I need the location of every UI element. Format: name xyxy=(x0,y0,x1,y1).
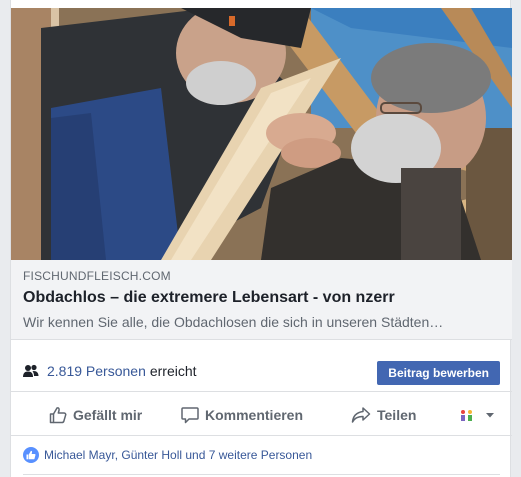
boost-post-button[interactable]: Beitrag bewerben xyxy=(377,361,500,385)
like-button[interactable]: Gefällt mir xyxy=(49,399,142,431)
link-preview[interactable]: FISCHUNDFLEISCH.COM Obdachlos – die extr… xyxy=(11,260,512,340)
reach-bar: 2.819 Personen erreicht Beitrag bewerben xyxy=(11,350,512,392)
like-label: Gefällt mir xyxy=(73,407,143,423)
link-description: Wir kennen Sie alle, die Obdachlosen die… xyxy=(23,314,444,330)
thumbs-up-icon xyxy=(26,450,36,460)
comment-icon xyxy=(181,407,199,424)
audience-selector[interactable] xyxy=(459,399,495,431)
likes-summary[interactable]: Michael Mayr, Günter Holl und 7 weitere … xyxy=(11,444,512,466)
photo-illustration xyxy=(11,8,512,260)
comment-button[interactable]: Kommentieren xyxy=(181,399,303,431)
share-icon xyxy=(351,407,371,423)
like-badge-icon xyxy=(23,447,39,463)
post-card: FISCHUNDFLEISCH.COM Obdachlos – die extr… xyxy=(10,0,512,477)
post-image[interactable] xyxy=(11,8,512,260)
link-title[interactable]: Obdachlos – die extremere Lebensart - vo… xyxy=(23,287,502,309)
action-bar: Gefällt mir Kommentieren Teilen xyxy=(11,394,512,436)
divider xyxy=(23,474,500,475)
link-domain: FISCHUNDFLEISCH.COM xyxy=(23,269,171,283)
share-button[interactable]: Teilen xyxy=(351,399,416,431)
reactions-icon xyxy=(461,410,472,421)
thumbs-up-icon xyxy=(49,407,67,424)
reach-count-link[interactable]: 2.819 Personen xyxy=(47,363,146,379)
reach-label: erreicht xyxy=(149,362,197,379)
people-icon xyxy=(23,364,39,377)
comment-label: Kommentieren xyxy=(205,407,304,423)
chevron-down-icon xyxy=(486,413,494,418)
share-label: Teilen xyxy=(377,407,417,423)
likes-names[interactable]: Michael Mayr, Günter Holl und 7 weitere … xyxy=(44,448,312,462)
